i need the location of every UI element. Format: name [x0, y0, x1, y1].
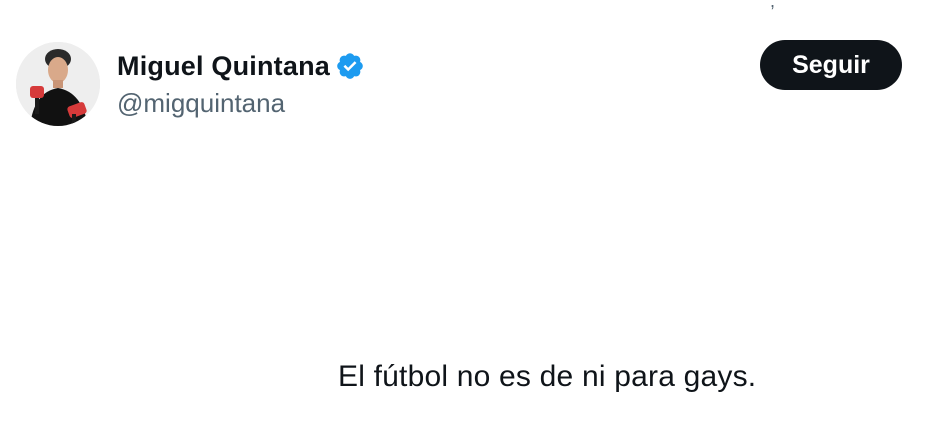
verified-badge-icon	[335, 51, 365, 81]
follow-button[interactable]: Seguir	[760, 40, 902, 90]
name-row: Miguel Quintana	[117, 48, 365, 84]
tweet-text: El fútbol no es de ni para gays.	[338, 360, 757, 393]
display-name[interactable]: Miguel Quintana	[117, 51, 330, 82]
avatar-photo	[16, 42, 100, 126]
top-edge-mark: ,	[770, 0, 776, 11]
tweet-header: Miguel Quintana @migquintana Seguir	[16, 40, 902, 130]
avatar[interactable]	[16, 42, 100, 126]
author-identity: Miguel Quintana @migquintana	[117, 48, 365, 119]
author-handle[interactable]: @migquintana	[117, 88, 365, 119]
